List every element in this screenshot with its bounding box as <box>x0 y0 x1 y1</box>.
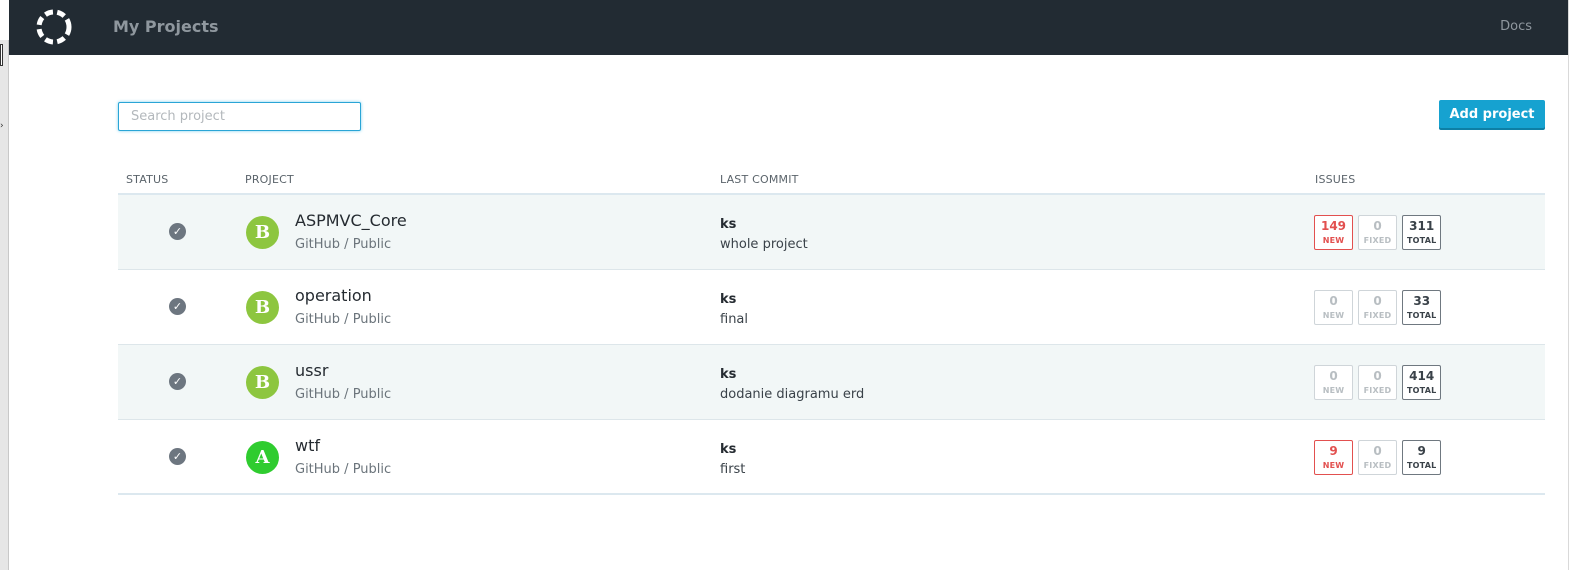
total-issues-count: 311 <box>1409 219 1435 233</box>
total-issues-count: 9 <box>1417 444 1426 458</box>
grade-badge: B <box>246 366 279 399</box>
total-issues-count: 33 <box>1413 294 1431 308</box>
fixed-issues-label: FIXED <box>1363 461 1392 470</box>
column-header-last-commit[interactable]: LAST COMMIT <box>720 173 799 186</box>
issue-counters: 9 NEW 0 FIXED 9 TOTAL <box>1314 440 1442 475</box>
project-name-link[interactable]: ussr <box>295 361 328 380</box>
check-circle-icon: ✓ <box>169 448 186 465</box>
docs-link[interactable]: Docs <box>1500 19 1532 34</box>
commit-message: final <box>720 312 749 327</box>
project-name-link[interactable]: operation <box>295 286 372 305</box>
issue-counters: 0 NEW 0 FIXED 33 TOTAL <box>1314 290 1442 325</box>
grade-badge: B <box>246 216 279 249</box>
add-project-button[interactable]: Add project <box>1439 100 1545 128</box>
new-issues-badge[interactable]: 9 NEW <box>1314 440 1353 475</box>
total-issues-label: TOTAL <box>1407 461 1437 470</box>
fixed-issues-count: 0 <box>1373 444 1382 458</box>
fixed-issues-badge[interactable]: 0 FIXED <box>1358 290 1397 325</box>
new-issues-count: 0 <box>1329 369 1338 383</box>
commit-message: whole project <box>720 237 808 252</box>
commit-author: ks <box>720 217 737 232</box>
project-name-link[interactable]: ASPMVC_Core <box>295 211 407 230</box>
total-issues-label: TOTAL <box>1407 311 1437 320</box>
grade-badge: B <box>246 291 279 324</box>
fixed-issues-count: 0 <box>1373 369 1382 383</box>
new-issues-count: 0 <box>1329 294 1338 308</box>
check-circle-icon: ✓ <box>169 223 186 240</box>
fixed-issues-label: FIXED <box>1363 236 1392 245</box>
new-issues-label: NEW <box>1322 236 1345 245</box>
total-issues-badge[interactable]: 33 TOTAL <box>1402 290 1442 325</box>
new-issues-label: NEW <box>1322 311 1345 320</box>
check-circle-icon: ✓ <box>169 373 186 390</box>
fixed-issues-badge[interactable]: 0 FIXED <box>1358 215 1397 250</box>
left-window-edge: › <box>0 40 9 570</box>
project-source: GitHub / Public <box>295 387 392 402</box>
grade-badge: A <box>246 441 279 474</box>
top-navigation-bar: My Projects Docs <box>9 0 1568 55</box>
project-source: GitHub / Public <box>295 312 392 327</box>
new-issues-badge[interactable]: 149 NEW <box>1314 215 1353 250</box>
table-row[interactable]: ✓ A wtf GitHub / Public ks first 9 NEW 0… <box>118 420 1545 495</box>
fixed-issues-badge[interactable]: 0 FIXED <box>1358 440 1397 475</box>
commit-author: ks <box>720 442 737 457</box>
project-source: GitHub / Public <box>295 462 392 477</box>
new-issues-count: 9 <box>1329 444 1338 458</box>
search-input[interactable] <box>118 102 361 131</box>
total-issues-badge[interactable]: 311 TOTAL <box>1402 215 1442 250</box>
table-row[interactable]: ✓ B operation GitHub / Public ks final 0… <box>118 270 1545 345</box>
vertical-scrollbar[interactable] <box>1568 0 1582 570</box>
column-header-status[interactable]: STATUS <box>126 173 168 186</box>
new-issues-label: NEW <box>1322 461 1345 470</box>
page-title: My Projects <box>113 17 219 36</box>
fixed-issues-label: FIXED <box>1363 311 1392 320</box>
total-issues-badge[interactable]: 414 TOTAL <box>1402 365 1442 400</box>
total-issues-badge[interactable]: 9 TOTAL <box>1402 440 1442 475</box>
projects-table: STATUS PROJECT LAST COMMIT ISSUES ✓ B AS… <box>118 166 1545 495</box>
commit-author: ks <box>720 292 737 307</box>
table-row[interactable]: ✓ B ASPMVC_Core GitHub / Public ks whole… <box>118 195 1545 270</box>
project-name-link[interactable]: wtf <box>295 436 320 455</box>
table-header: STATUS PROJECT LAST COMMIT ISSUES <box>118 166 1545 195</box>
commit-author: ks <box>720 367 737 382</box>
fixed-issues-count: 0 <box>1373 294 1382 308</box>
table-row[interactable]: ✓ B ussr GitHub / Public ks dodanie diag… <box>118 345 1545 420</box>
chevron-icon: › <box>0 121 4 131</box>
fixed-issues-label: FIXED <box>1363 386 1392 395</box>
logo-icon[interactable] <box>35 8 73 46</box>
issue-counters: 0 NEW 0 FIXED 414 TOTAL <box>1314 365 1442 400</box>
commit-message: first <box>720 462 746 477</box>
new-issues-badge[interactable]: 0 NEW <box>1314 365 1353 400</box>
check-circle-icon: ✓ <box>169 298 186 315</box>
new-issues-count: 149 <box>1320 219 1347 233</box>
column-header-project[interactable]: PROJECT <box>245 173 294 186</box>
total-issues-count: 414 <box>1409 369 1435 383</box>
total-issues-label: TOTAL <box>1407 386 1437 395</box>
fixed-issues-badge[interactable]: 0 FIXED <box>1358 365 1397 400</box>
column-header-issues[interactable]: ISSUES <box>1315 173 1355 186</box>
window-edge-handle[interactable] <box>0 44 3 66</box>
commit-message: dodanie diagramu erd <box>720 387 865 402</box>
total-issues-label: TOTAL <box>1407 236 1437 245</box>
fixed-issues-count: 0 <box>1373 219 1382 233</box>
new-issues-badge[interactable]: 0 NEW <box>1314 290 1353 325</box>
project-source: GitHub / Public <box>295 237 392 252</box>
new-issues-label: NEW <box>1322 386 1345 395</box>
issue-counters: 149 NEW 0 FIXED 311 TOTAL <box>1314 215 1442 250</box>
